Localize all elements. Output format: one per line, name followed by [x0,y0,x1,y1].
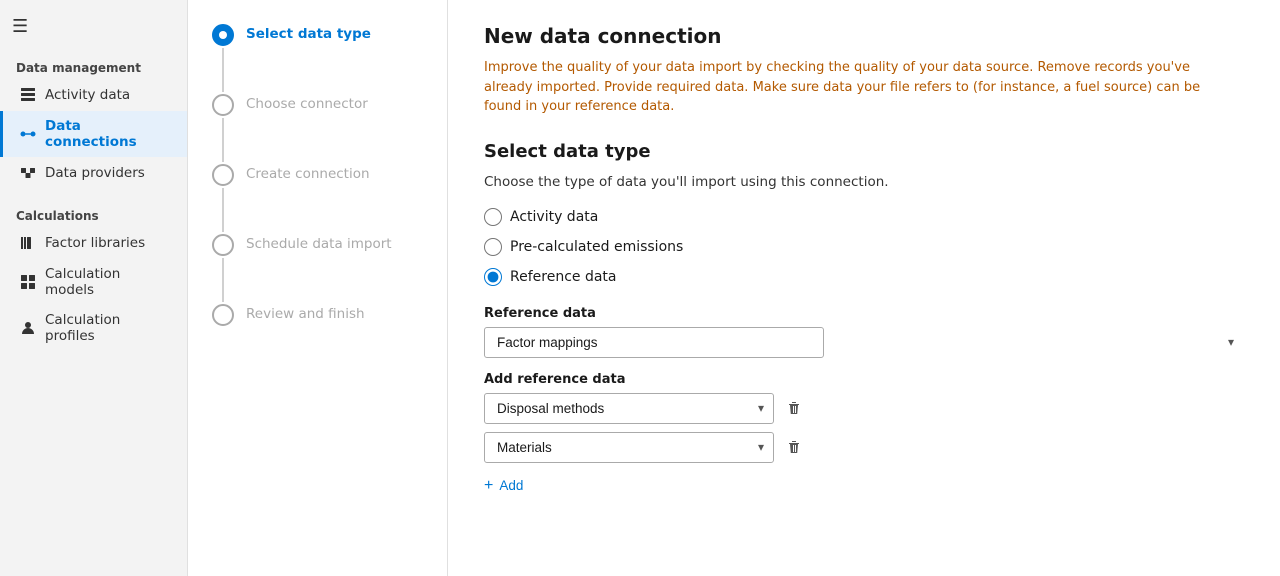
radio-reference-data[interactable]: Reference data [484,268,1244,286]
sidebar-item-activity-data[interactable]: Activity data [0,79,187,111]
hamburger-menu[interactable]: ☰ [0,8,187,53]
step-circle-3 [212,164,234,186]
step-select-data-type: Select data type [212,24,423,94]
ref-data-row-2: Materials Disposal methods Fuel sources … [484,432,1244,463]
ref-dropdown-wrapper-2: Materials Disposal methods Fuel sources … [484,432,774,463]
plus-icon: + [484,477,493,495]
sidebar-item-label: Activity data [45,87,130,103]
step-connector-1 [222,48,224,92]
sidebar-item-factor-libraries[interactable]: Factor libraries [0,227,187,259]
step-create-connection: Create connection [212,164,423,234]
step-label-3: Create connection [246,164,370,182]
step-connector-3 [222,188,224,232]
reference-data-dropdown-wrapper: Factor mappings Emission factors Unit co… [484,327,1244,358]
step-circle-1 [212,24,234,46]
model-icon [19,273,37,291]
section-label-data-management: Data management [0,53,187,79]
add-button-label: Add [499,478,523,493]
radio-pre-calculated[interactable]: Pre-calculated emissions [484,238,1244,256]
sidebar: ☰ Data management Activity data Data con… [0,0,188,576]
info-banner: Improve the quality of your data import … [484,58,1224,117]
step-label-5: Review and finish [246,304,365,322]
step-connector-2 [222,118,224,162]
connection-icon [19,125,37,143]
radio-input-activity-data[interactable] [484,208,502,226]
ref-dropdown-2[interactable]: Materials Disposal methods Fuel sources … [484,432,774,463]
sidebar-item-label: Factor libraries [45,235,145,251]
add-reference-field-label: Add reference data [484,372,1244,387]
sidebar-item-label: Data connections [45,118,171,150]
sidebar-item-label: Calculation models [45,266,171,298]
library-icon [19,234,37,252]
step-circle-5 [212,304,234,326]
sidebar-item-data-providers[interactable]: Data providers [0,157,187,189]
sidebar-item-calculation-profiles[interactable]: Calculation profiles [0,305,187,351]
step-choose-connector: Choose connector [212,94,423,164]
radio-label-pre-calculated: Pre-calculated emissions [510,239,683,255]
chevron-down-icon: ▾ [1228,335,1234,349]
data-type-radio-group: Activity data Pre-calculated emissions R… [484,208,1244,286]
step-schedule-data-import: Schedule data import [212,234,423,304]
reference-data-field-label: Reference data [484,306,1244,321]
stepper-panel: Select data type Choose connector Create… [188,0,448,576]
section-description: Choose the type of data you'll import us… [484,174,1084,190]
provider-icon [19,164,37,182]
radio-label-activity-data: Activity data [510,209,598,225]
reference-data-dropdown[interactable]: Factor mappings Emission factors Unit co… [484,327,824,358]
radio-input-reference-data[interactable] [484,268,502,286]
sidebar-item-label: Calculation profiles [45,312,171,344]
step-circle-4 [212,234,234,256]
step-review-and-finish: Review and finish [212,304,423,326]
section-label-calculations: Calculations [0,201,187,227]
add-reference-button[interactable]: + Add [484,471,523,501]
delete-row-2-button[interactable] [782,435,806,459]
main-content: New data connection Improve the quality … [448,0,1280,576]
radio-input-pre-calculated[interactable] [484,238,502,256]
ref-dropdown-wrapper-1: Disposal methods Materials Fuel sources … [484,393,774,424]
delete-row-1-button[interactable] [782,396,806,420]
sidebar-item-label: Data providers [45,165,145,181]
ref-dropdown-1[interactable]: Disposal methods Materials Fuel sources … [484,393,774,424]
radio-label-reference-data: Reference data [510,269,616,285]
profile-icon [19,319,37,337]
step-circle-2 [212,94,234,116]
sidebar-item-data-connections[interactable]: Data connections [0,111,187,157]
table-icon [19,86,37,104]
step-label-1: Select data type [246,24,371,42]
radio-activity-data[interactable]: Activity data [484,208,1244,226]
page-title: New data connection [484,24,1244,48]
trash-icon-1 [786,400,802,416]
step-label-4: Schedule data import [246,234,392,252]
ref-data-row-1: Disposal methods Materials Fuel sources … [484,393,1244,424]
trash-icon-2 [786,439,802,455]
sidebar-item-calculation-models[interactable]: Calculation models [0,259,187,305]
step-label-2: Choose connector [246,94,368,112]
section-title: Select data type [484,141,1244,162]
step-connector-4 [222,258,224,302]
